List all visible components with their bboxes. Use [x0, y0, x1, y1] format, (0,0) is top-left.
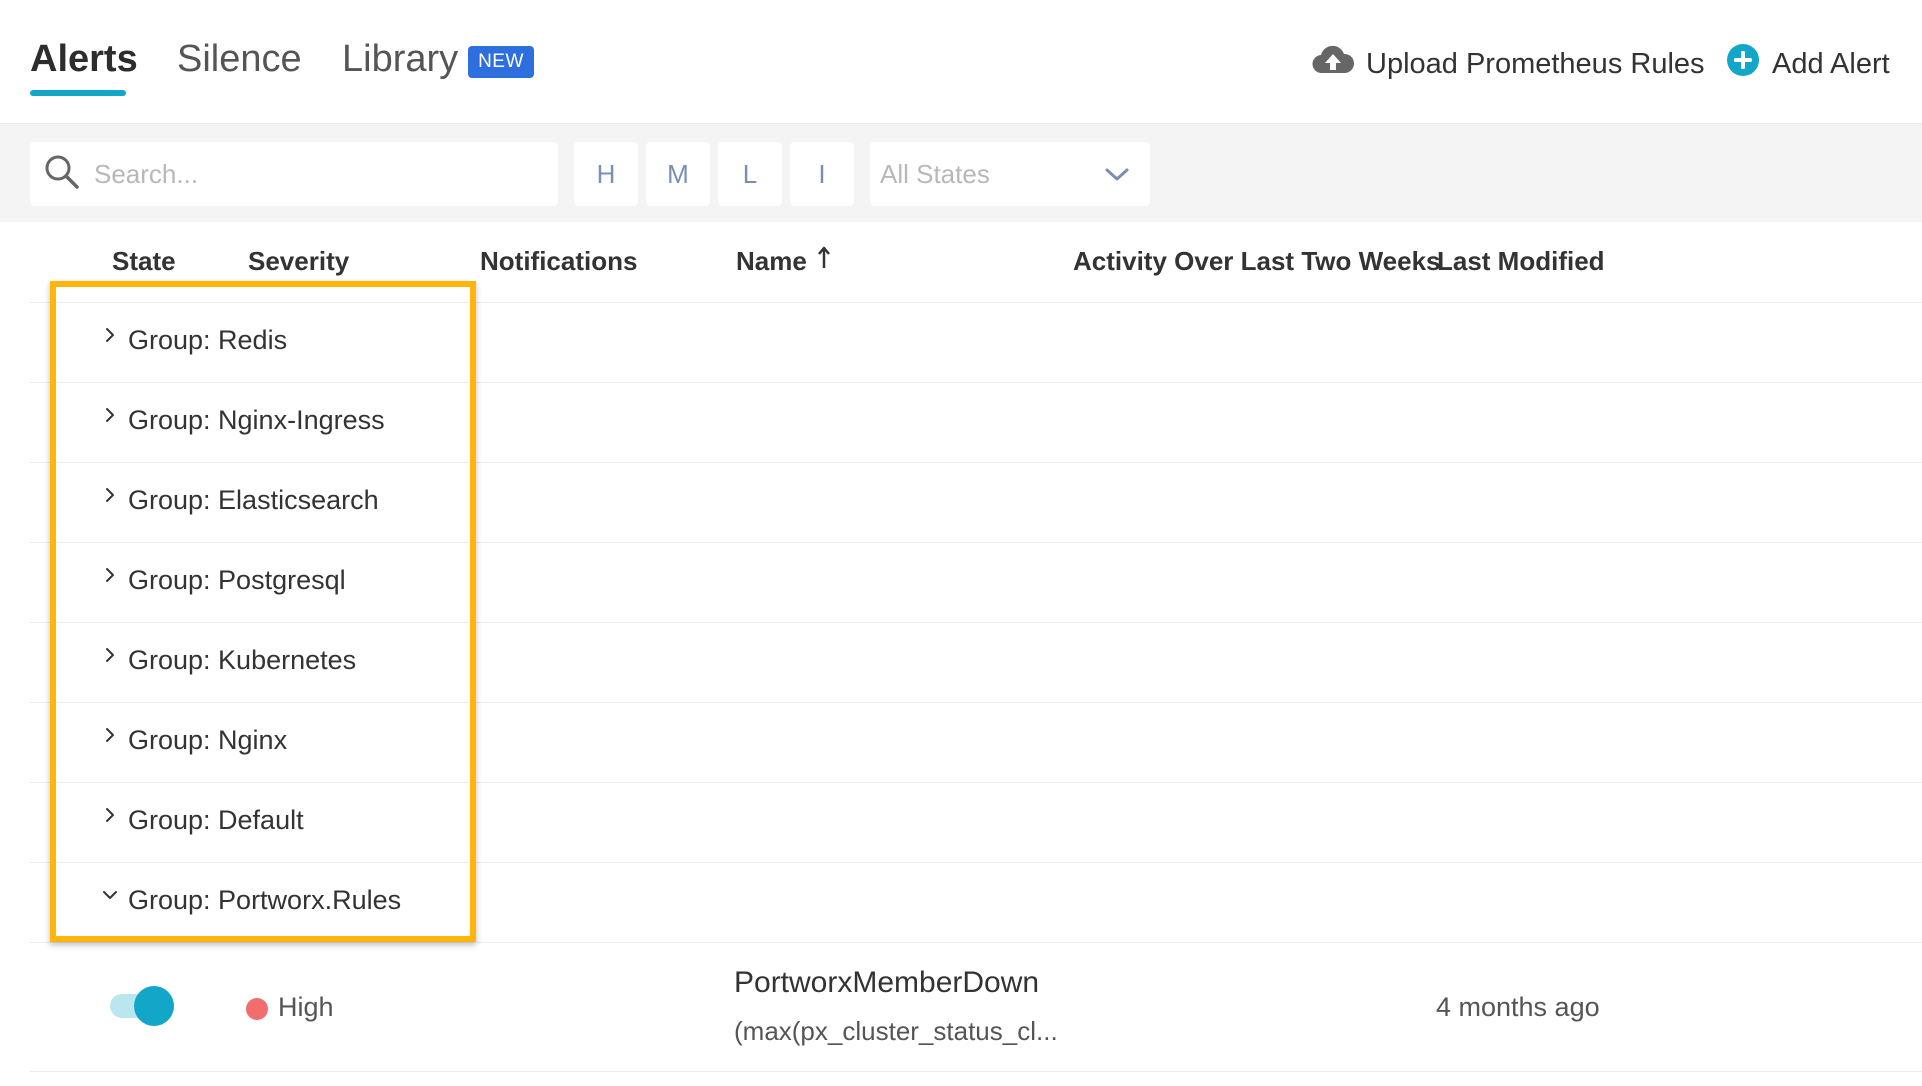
top-header: Alerts Silence Library NEW Upload Promet… — [0, 0, 1922, 124]
alert-expression: (max(px_cluster_status_cl... — [734, 1016, 1058, 1046]
search-icon — [44, 154, 80, 195]
column-header-name-label: Name — [736, 246, 807, 276]
state-select[interactable]: All States — [870, 142, 1150, 206]
upload-prometheus-rules-button[interactable]: Upload Prometheus Rules — [1312, 44, 1705, 84]
search-box — [30, 142, 558, 206]
alert-enabled-toggle[interactable] — [110, 986, 174, 1028]
column-header-last-modified[interactable]: Last Modified — [1437, 246, 1605, 277]
tab-silence[interactable]: Silence — [177, 38, 302, 81]
group-label: Group: Portworx.Rules — [128, 885, 402, 915]
group-row-nginx-ingress[interactable]: Group: Nginx-Ingress — [30, 383, 1922, 463]
upload-button-label: Upload Prometheus Rules — [1366, 47, 1705, 80]
filter-bar: H M L I All States — [0, 124, 1922, 222]
chevron-right-icon — [106, 408, 114, 422]
new-badge: NEW — [468, 46, 534, 78]
group-label: Group: Kubernetes — [128, 645, 357, 675]
group-label: Group: Nginx — [128, 725, 288, 755]
group-label: Group: Nginx-Ingress — [128, 405, 385, 435]
column-header-activity[interactable]: Activity Over Last Two Weeks — [1073, 246, 1441, 277]
tab-alerts[interactable]: Alerts — [30, 38, 138, 81]
group-row-kubernetes[interactable]: Group: Kubernetes — [30, 623, 1922, 703]
chevron-right-icon — [106, 808, 114, 822]
group-label: Group: Redis — [128, 325, 288, 355]
sort-ascending-icon — [817, 246, 831, 277]
toggle-knob — [134, 986, 174, 1026]
group-row-portworx-rules[interactable]: Group: Portworx.Rules — [30, 863, 1922, 943]
search-input[interactable] — [94, 158, 534, 190]
chevron-right-icon — [106, 488, 114, 502]
column-header-notifications[interactable]: Notifications — [480, 246, 637, 277]
column-header-state[interactable]: State — [112, 246, 176, 277]
active-tab-indicator — [30, 90, 126, 96]
chevron-down-icon — [103, 891, 117, 899]
severity-dot — [246, 998, 268, 1020]
plus-circle-icon — [1726, 43, 1760, 85]
chevron-right-icon — [106, 728, 114, 742]
table-row: High PortworxMemberDown (max(px_cluster_… — [30, 944, 1922, 1072]
group-row-postgresql[interactable]: Group: Postgresql — [30, 543, 1922, 623]
cloud-upload-icon — [1312, 45, 1355, 83]
column-header-name[interactable]: Name — [736, 246, 831, 277]
chevron-down-icon — [1104, 159, 1130, 190]
severity-filter-high[interactable]: H — [574, 142, 638, 206]
group-label: Group: Default — [128, 805, 304, 835]
add-alert-label: Add Alert — [1772, 47, 1890, 80]
tab-library[interactable]: Library — [342, 38, 458, 81]
add-alert-button[interactable]: Add Alert — [1726, 44, 1890, 84]
state-select-value: All States — [880, 158, 990, 189]
alert-name[interactable]: PortworxMemberDown — [734, 966, 1039, 1000]
severity-label: High — [278, 992, 334, 1022]
severity-filter-medium[interactable]: M — [646, 142, 710, 206]
chevron-right-icon — [106, 648, 114, 662]
group-row-default[interactable]: Group: Default — [30, 783, 1922, 863]
group-label: Group: Elasticsearch — [128, 485, 379, 515]
group-row-elasticsearch[interactable]: Group: Elasticsearch — [30, 463, 1922, 543]
severity-filter-low[interactable]: L — [718, 142, 782, 206]
column-header-severity[interactable]: Severity — [248, 246, 349, 277]
alert-last-modified: 4 months ago — [1436, 992, 1600, 1022]
group-label: Group: Postgresql — [128, 565, 346, 595]
chevron-right-icon — [106, 328, 114, 342]
group-row-redis[interactable]: Group: Redis — [30, 303, 1922, 383]
severity-filter-info[interactable]: I — [790, 142, 854, 206]
chevron-right-icon — [106, 568, 114, 582]
group-row-nginx[interactable]: Group: Nginx — [30, 703, 1922, 783]
